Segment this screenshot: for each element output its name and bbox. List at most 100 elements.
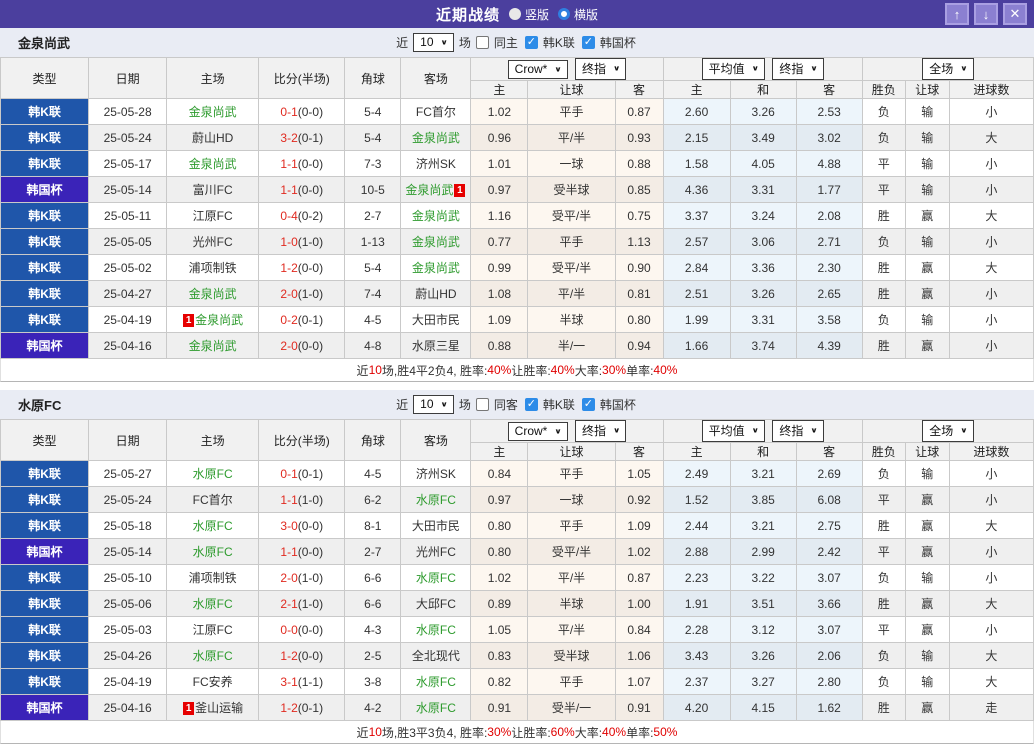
league-filter-checkbox[interactable]: ✓ [524, 36, 538, 49]
date-cell: 25-05-06 [88, 590, 168, 617]
odds-stage-select-2[interactable]: 终指 ∨ [772, 420, 824, 442]
full-match-select[interactable]: 全场 ∨ [922, 58, 974, 80]
col-header-home: 主场 [166, 57, 260, 99]
odds-stage-select-2[interactable]: 终指 ∨ [772, 58, 824, 80]
handicap-result-cell: 输 [904, 150, 950, 177]
handicap-cell: 受半球 [527, 642, 616, 669]
radio-vertical-icon[interactable] [508, 8, 521, 20]
page-title: 近期战绩 [435, 6, 500, 24]
dropdown-arrow-icon: ∨ [960, 426, 968, 435]
league-filter-checkbox[interactable]: ✓ [524, 398, 538, 411]
competition-type-cell: 韩K联 [0, 228, 90, 255]
team-label: 江原FC [192, 209, 233, 223]
winlose-result-cell: 胜 [861, 590, 906, 617]
check-icon: ✓ [583, 36, 593, 48]
avg-home-cell: 2.28 [662, 616, 731, 643]
score-cell: 2-1(1-0) [258, 590, 346, 617]
corner-cell: 6-2 [344, 486, 402, 513]
handicap-cell: 半球 [527, 306, 616, 333]
col-header-score: 比分(半场) [258, 419, 346, 461]
bookmaker-select[interactable]: Crow* ∨ [507, 60, 568, 79]
team-label: 水原FC [192, 545, 233, 559]
goals-result-cell: 小 [948, 564, 1034, 591]
competition-type-cell: 韩国杯 [0, 694, 90, 721]
corner-cell: 4-5 [344, 460, 402, 487]
avg-draw-cell: 3.31 [729, 306, 797, 333]
half-time-score: (0-2) [297, 208, 324, 223]
check-icon: ✓ [526, 36, 536, 48]
handicap-cell: 一球 [527, 150, 616, 177]
handicap-cell: 平手 [527, 460, 616, 487]
odds-stage-select-1[interactable]: 终指 ∨ [574, 58, 627, 80]
match-row: 韩K联 25-04-19 1 金泉尚武 0-2(0-1) 4-5 大田市民 1.09 半球 0.8… [0, 306, 1034, 333]
team-label: 水原FC [415, 493, 456, 507]
away-odds-cell: 0.91 [614, 694, 664, 721]
score-cell: 0-0(0-0) [258, 616, 346, 643]
date-cell: 25-05-03 [88, 616, 168, 643]
average-select[interactable]: 平均值 ∨ [701, 58, 765, 80]
goals-result-cell: 大 [948, 202, 1034, 229]
home-team-cell: 金泉尚武 [166, 280, 260, 307]
avg-home-cell: 1.58 [662, 150, 731, 177]
handicap-result-cell: 输 [904, 306, 950, 333]
match-row: 韩K联 25-05-06 水原FC 2-1(1-0) 6-6 大邱FC 0.89 半球 1.00… [0, 590, 1034, 617]
handicap-cell: 受平/半 [527, 254, 616, 281]
handicap-result-cell: 输 [904, 642, 950, 669]
move-down-button[interactable]: ↓ [974, 3, 998, 25]
close-button[interactable]: ✕ [1003, 3, 1027, 25]
team-label: 水原FC [415, 571, 456, 585]
team-label: 水原FC [415, 623, 456, 637]
avg-home-cell: 2.57 [662, 228, 731, 255]
match-count-select[interactable]: 10 ∨ [413, 33, 454, 52]
subcol-handicap-result: 让球 [904, 80, 950, 99]
full-time-score: 1-2 [280, 648, 298, 663]
bookmaker-select[interactable]: Crow* ∨ [507, 422, 568, 441]
half-time-score: (0-1) [297, 700, 324, 715]
full-time-score: 0-1 [280, 104, 298, 119]
close-icon: ✕ [1009, 6, 1021, 21]
dropdown-arrow-icon: ∨ [554, 426, 562, 435]
date-cell: 25-05-18 [88, 512, 168, 539]
team-label: 釜山运输 [195, 701, 244, 715]
full-match-select[interactable]: 全场 ∨ [922, 420, 974, 442]
goals-result-cell: 大 [948, 590, 1034, 617]
team-label: 富川FC [192, 183, 233, 197]
same-venue-checkbox[interactable] [475, 398, 489, 411]
cup-filter-checkbox[interactable]: ✓ [581, 36, 595, 49]
half-time-score: (0-0) [297, 544, 324, 559]
goals-result-cell: 小 [948, 460, 1034, 487]
team2-name: 水原FC [18, 398, 62, 413]
average-select[interactable]: 平均值 ∨ [701, 420, 765, 442]
radio-horizontal-icon[interactable] [558, 8, 570, 20]
full-time-score: 0-1 [280, 466, 298, 481]
team-label: 大田市民 [411, 519, 460, 533]
team-label: 光州FC [192, 235, 233, 249]
cup-filter-checkbox[interactable]: ✓ [581, 398, 595, 411]
match-count-select[interactable]: 10 ∨ [413, 395, 454, 414]
away-odds-cell: 0.90 [614, 254, 664, 281]
avg-away-cell: 2.71 [795, 228, 863, 255]
team2-controls: 近 10 ∨ 场 同客 ✓ 韩K联 ✓ 韩国杯 [396, 395, 638, 414]
avg-away-cell: 3.02 [795, 124, 863, 151]
vertical-layout-radio[interactable]: 竖版 [508, 6, 549, 23]
handicap-result-cell: 赢 [904, 616, 950, 643]
same-venue-checkbox[interactable] [475, 36, 489, 49]
winlose-result-cell: 胜 [861, 694, 906, 721]
score-cell: 1-0(1-0) [258, 228, 346, 255]
match-row: 韩K联 25-05-17 金泉尚武 1-1(0-0) 7-3 济州SK 1.01 一球 0.88… [0, 150, 1034, 177]
subcol-goals: 进球数 [948, 80, 1034, 99]
half-time-score: (1-0) [297, 234, 324, 249]
radio-vertical-label: 竖版 [524, 7, 549, 22]
col-header-corner: 角球 [344, 57, 402, 99]
corner-cell: 4-5 [344, 306, 402, 333]
home-odds-cell: 0.91 [470, 694, 529, 721]
match-row: 韩K联 25-05-10 浦项制铁 2-0(1-0) 6-6 水原FC 1.02 平/半 0.8… [0, 564, 1034, 591]
home-odds-cell: 0.96 [470, 124, 529, 151]
odds-stage-select-1[interactable]: 终指 ∨ [574, 420, 627, 442]
move-up-button[interactable]: ↑ [945, 3, 969, 25]
goals-result-cell: 小 [948, 280, 1034, 307]
avg-home-cell: 1.99 [662, 306, 731, 333]
date-cell: 25-05-02 [88, 254, 168, 281]
horizontal-layout-radio[interactable]: 横版 [558, 6, 598, 23]
home-odds-cell: 0.80 [470, 538, 529, 565]
